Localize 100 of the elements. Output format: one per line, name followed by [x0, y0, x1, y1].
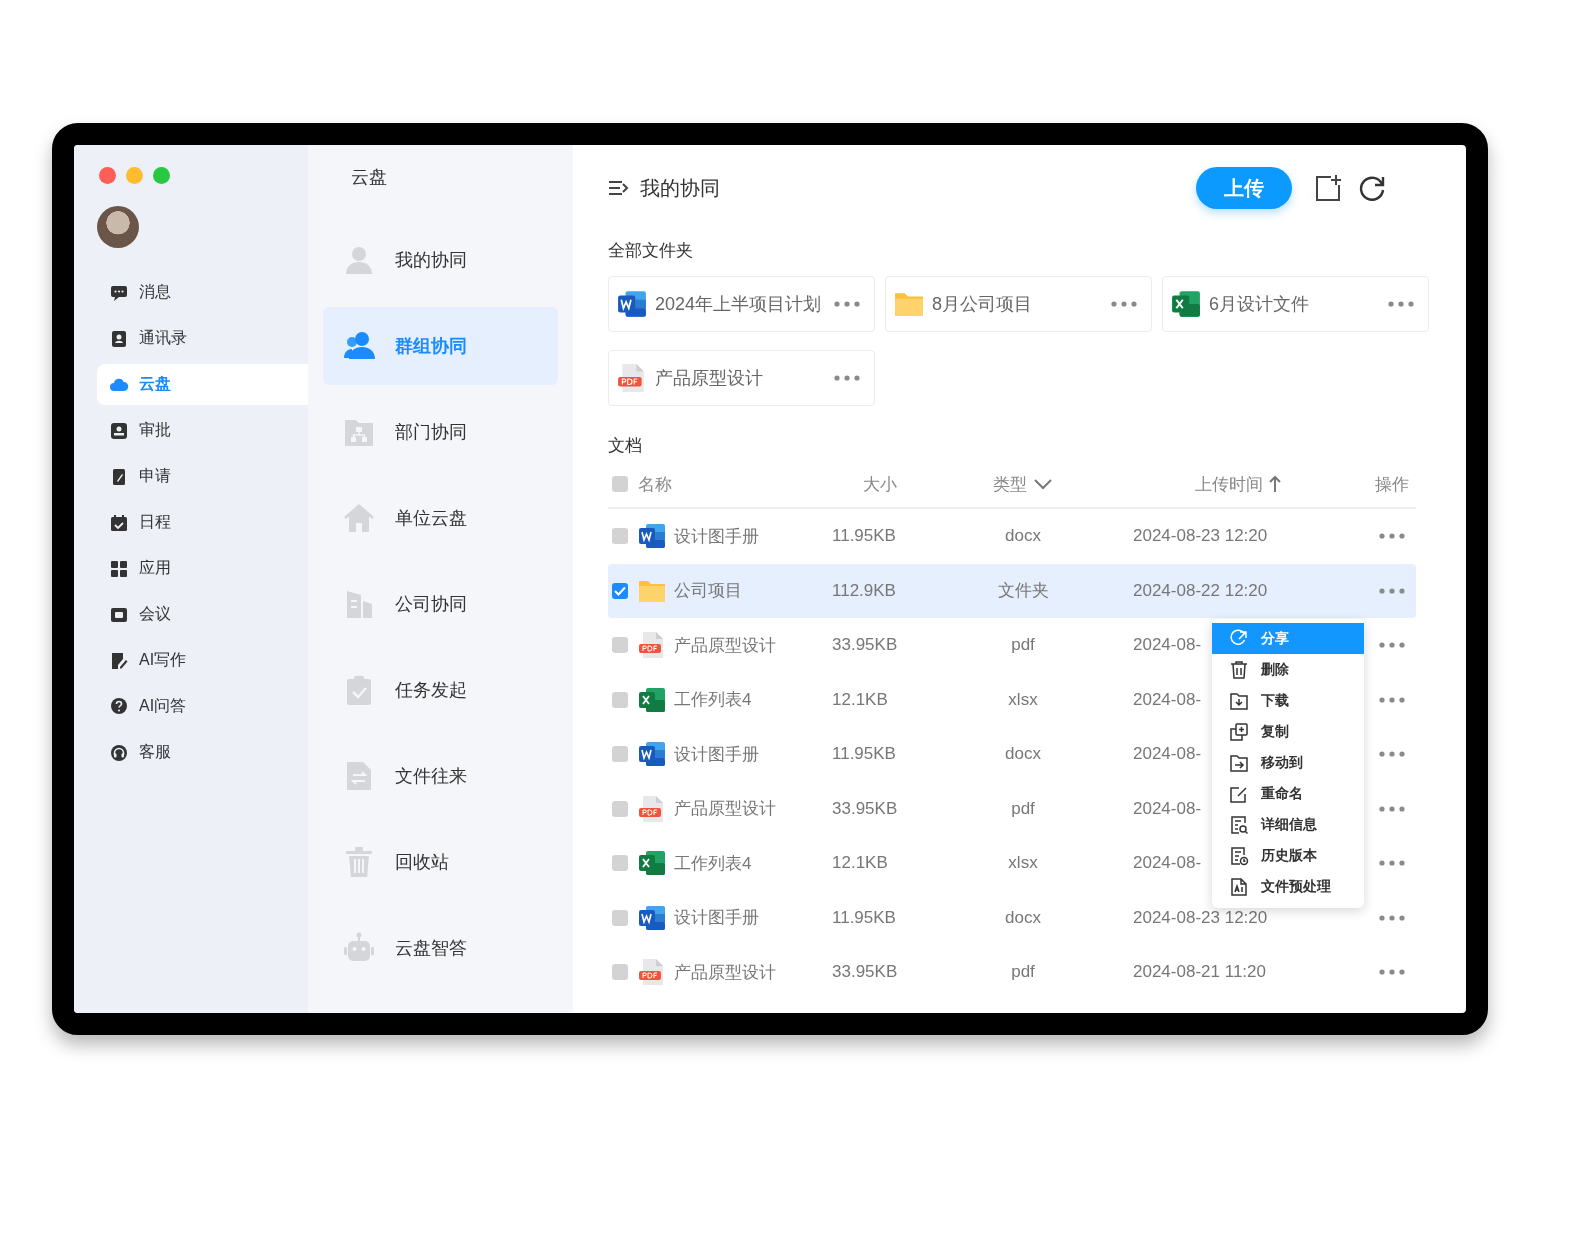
file-name: 产品原型设计	[674, 961, 776, 984]
house-icon	[343, 502, 375, 534]
panel-item[interactable]: 单位云盘	[323, 479, 558, 557]
row-checkbox[interactable]	[612, 855, 628, 872]
column-header: 大小	[863, 473, 897, 496]
menu-item[interactable]: 详细信息	[1212, 809, 1364, 840]
nav-item[interactable]: 申请	[97, 456, 308, 497]
row-checkbox[interactable]	[612, 637, 628, 654]
menu-item[interactable]: 复制	[1212, 716, 1364, 747]
file-type: pdf	[1010, 635, 1036, 656]
file-size: 12.1KB	[831, 689, 889, 710]
file-size: 12.1KB	[831, 853, 889, 874]
panel-item[interactable]: 任务发起	[323, 651, 558, 729]
arrow-up-icon[interactable]	[1269, 475, 1281, 493]
more-icon[interactable]	[1379, 860, 1405, 867]
file-size: 11.95KB	[831, 907, 897, 928]
row-checkbox[interactable]	[612, 582, 628, 599]
pdf-file-icon	[617, 363, 647, 393]
contact-card-icon	[109, 328, 129, 349]
upload-time: 2024-08-23 12:20	[1133, 526, 1268, 546]
panel-item[interactable]: 部门协同	[323, 393, 558, 471]
more-icon[interactable]	[1111, 301, 1137, 307]
word-file-icon	[638, 522, 666, 551]
word-file-icon	[638, 903, 666, 932]
column-header[interactable]: 上传时间	[1195, 472, 1263, 496]
nav-item[interactable]: 审批	[97, 410, 308, 451]
file-name: 工作列表4	[674, 852, 752, 875]
panel-title: 云盘	[351, 166, 388, 189]
panel-item[interactable]: 我的协同	[323, 221, 558, 299]
menu-item[interactable]: 移动到	[1212, 747, 1364, 778]
page-title: 我的协同	[640, 175, 721, 201]
close-button[interactable]	[99, 167, 116, 184]
maximize-button[interactable]	[153, 167, 170, 184]
nav-item[interactable]: 通讯录	[97, 318, 308, 359]
chevron-down-icon[interactable]	[1033, 478, 1053, 490]
nav-item[interactable]: 应用	[97, 548, 308, 589]
upload-time: 2024-08-	[1133, 689, 1202, 709]
nav-item[interactable]: AI写作	[97, 640, 308, 681]
search-document-icon	[1229, 814, 1249, 835]
folder-name: 产品原型设计	[655, 367, 764, 390]
more-icon[interactable]	[1379, 642, 1405, 649]
nav-item[interactable]: 会议	[97, 594, 308, 635]
panel-item[interactable]: 云盘智答	[323, 909, 558, 987]
more-icon[interactable]	[1379, 805, 1405, 812]
row-checkbox[interactable]	[612, 746, 628, 763]
file-type: xlsx	[1007, 689, 1039, 710]
folder-name: 2024年上半项目计划	[655, 293, 823, 316]
upload-time: 2024-08-22 12:20	[1133, 580, 1268, 600]
panel-item[interactable]: 公司协同	[323, 565, 558, 643]
edit-document-icon	[109, 650, 129, 671]
panel-item[interactable]: 文件往来	[323, 737, 558, 815]
more-icon[interactable]	[1379, 533, 1405, 540]
more-icon[interactable]	[1379, 587, 1405, 594]
excel-file-icon	[638, 685, 666, 714]
row-checkbox[interactable]	[612, 691, 628, 708]
folder-card[interactable]: 8月公司项目	[885, 276, 1152, 332]
file-size: 11.95KB	[831, 526, 897, 547]
more-icon[interactable]	[834, 375, 860, 381]
menu-item[interactable]: 下载	[1212, 685, 1364, 716]
row-checkbox[interactable]	[612, 909, 628, 926]
folder-card[interactable]: 6月设计文件	[1162, 276, 1429, 332]
upload-time: 2024-08-	[1133, 798, 1202, 818]
row-checkbox[interactable]	[612, 528, 628, 545]
refresh-icon[interactable]	[1358, 174, 1386, 202]
download-icon	[1229, 690, 1249, 711]
more-icon[interactable]	[1379, 969, 1405, 976]
more-icon[interactable]	[1379, 696, 1405, 703]
more-icon[interactable]	[834, 301, 860, 307]
new-file-icon[interactable]	[1314, 174, 1342, 202]
file-size: 11.95KB	[831, 744, 897, 765]
trash-icon	[1229, 659, 1249, 680]
folder-card[interactable]: 2024年上半项目计划	[608, 276, 875, 332]
folder-name: 8月公司项目	[932, 293, 1033, 316]
select-all-checkbox[interactable]	[612, 476, 628, 492]
folder-card[interactable]: 产品原型设计	[608, 350, 875, 406]
nav-item[interactable]: 消息	[97, 272, 308, 313]
menu-item[interactable]: 历史版本	[1212, 840, 1364, 871]
file-type: pdf	[1010, 798, 1036, 819]
file-name: 产品原型设计	[674, 634, 776, 657]
row-checkbox[interactable]	[612, 800, 628, 817]
menu-item[interactable]: 删除	[1212, 654, 1364, 685]
history-icon	[1229, 845, 1249, 866]
avatar[interactable]	[97, 206, 139, 248]
nav-item[interactable]: 客服	[97, 732, 308, 773]
menu-item[interactable]: 文件预处理	[1212, 871, 1364, 902]
nav-item[interactable]: AI问答	[97, 686, 308, 727]
person-icon	[343, 244, 375, 276]
menu-item[interactable]: 重命名	[1212, 778, 1364, 809]
more-icon[interactable]	[1379, 914, 1405, 921]
nav-item[interactable]: 日程	[97, 502, 308, 543]
menu-icon[interactable]	[608, 179, 630, 197]
row-checkbox[interactable]	[612, 964, 628, 981]
upload-time: 2024-08-	[1133, 635, 1202, 655]
more-icon[interactable]	[1379, 751, 1405, 758]
pdf-file-icon	[638, 958, 666, 987]
column-header[interactable]: 类型	[993, 472, 1027, 496]
file-size: 33.95KB	[831, 798, 899, 819]
more-icon[interactable]	[1388, 301, 1414, 307]
panel-item[interactable]: 回收站	[323, 823, 558, 901]
copy-icon	[1229, 721, 1249, 742]
